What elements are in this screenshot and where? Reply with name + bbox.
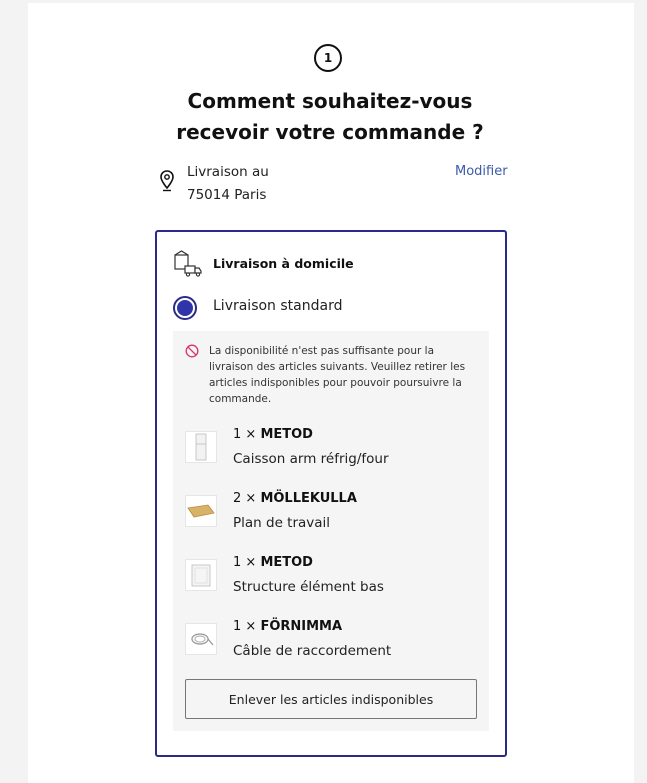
remove-unavailable-items-button[interactable]: Enlever les articles indisponibles — [185, 679, 477, 719]
item-4-title: 1 × FÖRNIMMA — [233, 619, 343, 634]
page-title-line-2: recevoir votre commande ? — [176, 120, 484, 144]
page-title: Comment souhaitez-vous recevoir votre co… — [140, 86, 520, 148]
modify-address-link[interactable]: Modifier — [455, 164, 508, 179]
location-pin-icon — [160, 170, 174, 192]
base-cabinet-image — [185, 559, 217, 591]
item-3-title: 1 × METOD — [233, 555, 313, 570]
item-1-title: 1 × METOD — [233, 427, 313, 442]
item-2-title: 2 × MÖLLEKULLA — [233, 491, 357, 506]
delivery-address-label: Livraison au — [187, 164, 269, 180]
home-delivery-title: Livraison à domicile — [213, 256, 354, 271]
worktop-image — [185, 495, 217, 527]
availability-warning: La disponibilité n'est pas suffisante po… — [209, 345, 466, 405]
standard-delivery-radio[interactable] — [173, 296, 197, 320]
item-3-description: Structure élément bas — [233, 579, 384, 595]
page-title-line-1: Comment souhaitez-vous — [187, 89, 473, 113]
cable-image — [185, 623, 217, 655]
standard-delivery-label[interactable]: Livraison standard — [213, 298, 342, 314]
item-4-description: Câble de raccordement — [233, 643, 392, 659]
tall-cabinet-image — [185, 431, 217, 463]
item-1-description: Caisson arm réfrig/four — [233, 451, 389, 467]
delivery-address-city: 75014 Paris — [187, 187, 267, 203]
home-delivery-truck-icon — [174, 250, 202, 277]
radio-selected-dot — [177, 300, 193, 316]
unavailable-icon — [185, 344, 199, 358]
step-number-badge: 1 — [314, 44, 342, 72]
item-2-description: Plan de travail — [233, 515, 331, 531]
